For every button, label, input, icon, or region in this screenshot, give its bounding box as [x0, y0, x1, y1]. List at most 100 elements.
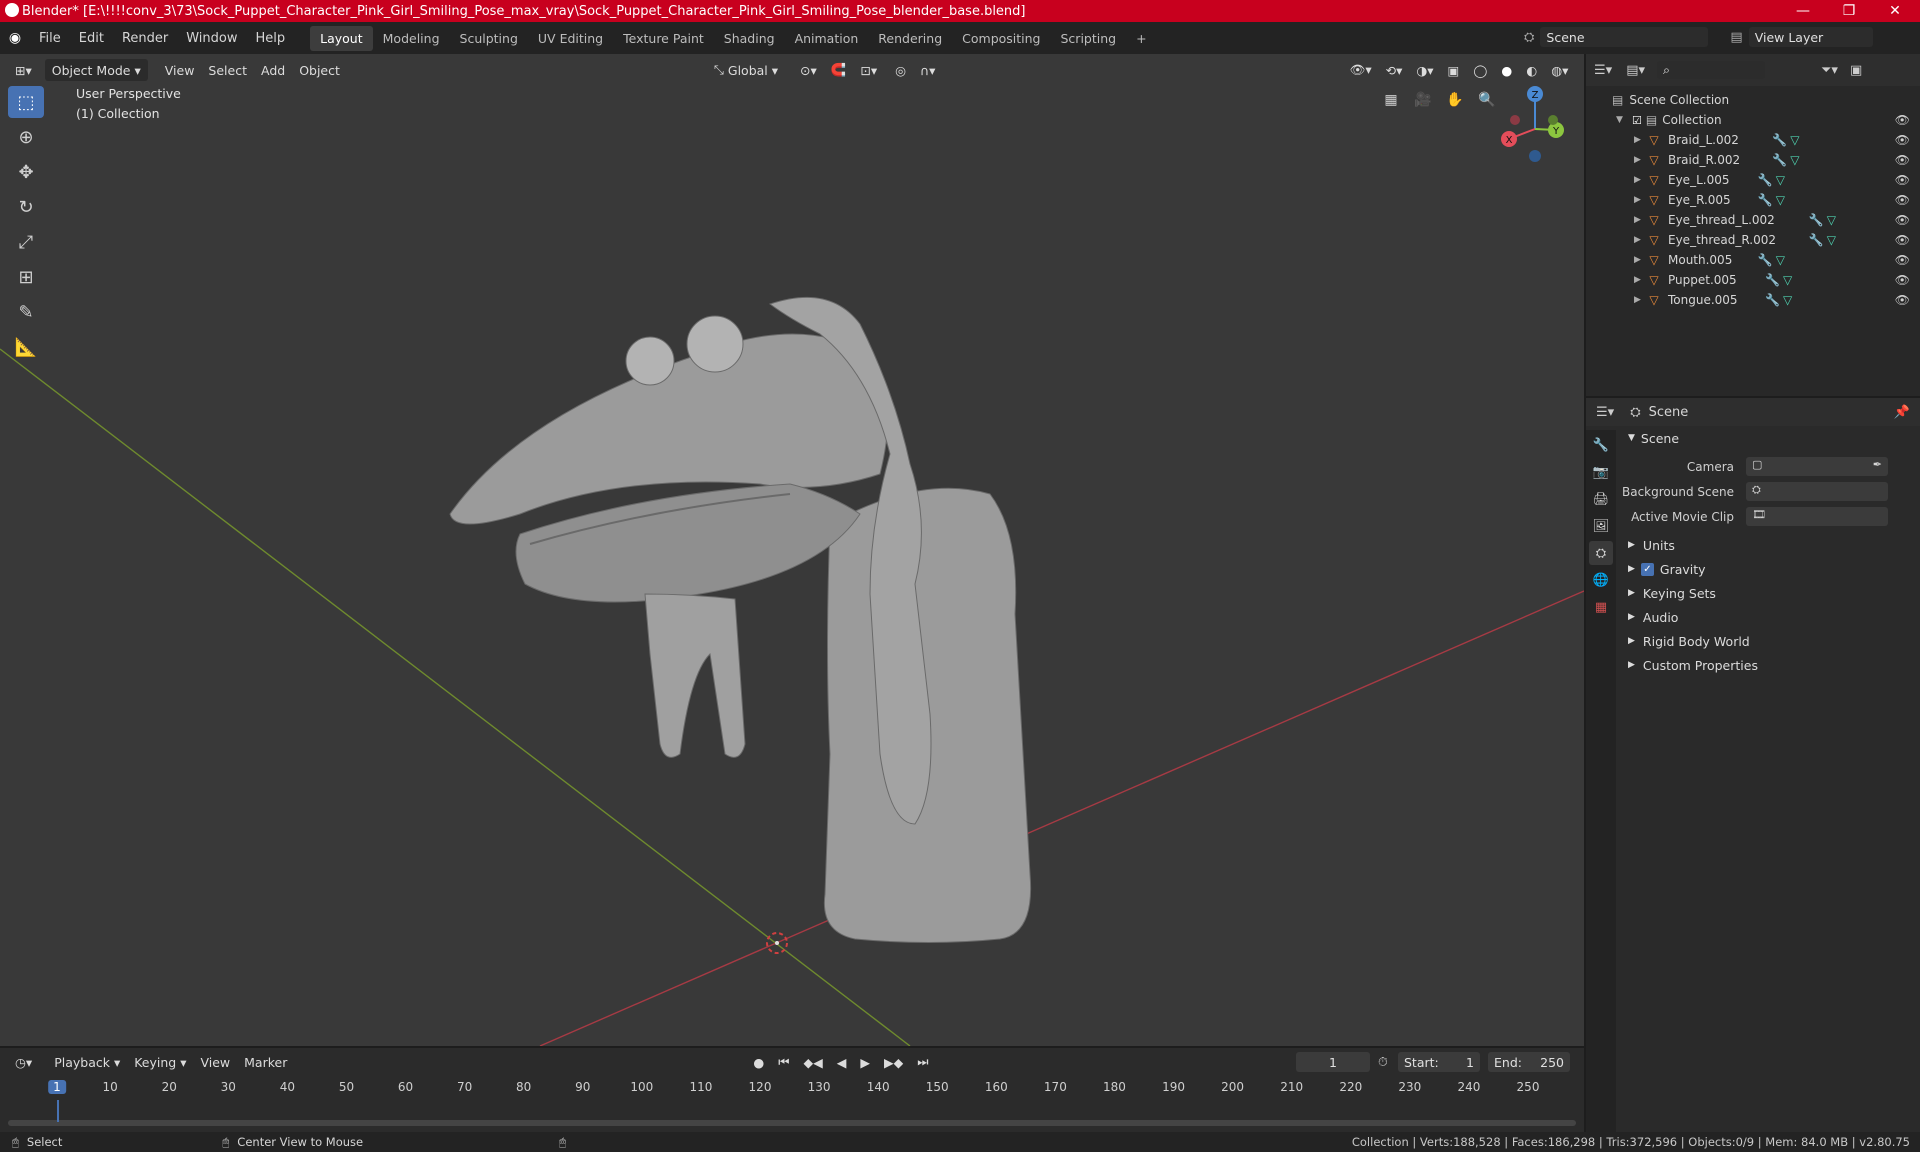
timeline-scrollbar[interactable] [8, 1120, 1576, 1126]
gizmo-neg-x-icon[interactable] [1510, 115, 1520, 125]
modifier-wrench-icon[interactable]: 🔧 [1772, 133, 1787, 147]
new-collection-icon[interactable]: ▣ [1850, 63, 1862, 78]
mesh-data-icon[interactable]: ▽ [1776, 193, 1785, 207]
select-box-tool-icon[interactable]: ⬚ [8, 86, 44, 118]
ortho-toggle-icon[interactable]: ▦ [1378, 87, 1404, 113]
outliner-object-row[interactable]: ▶ ▽ Eye_thread_L.002 🔧 ▽ 👁 [1586, 210, 1920, 230]
workspace-tab-uv-editing[interactable]: UV Editing [528, 26, 613, 51]
custom-properties-panel[interactable]: ▶ Custom Properties [1618, 653, 1920, 677]
mesh-data-icon[interactable]: ▽ [1790, 153, 1799, 167]
maximize-button[interactable]: ❐ [1826, 0, 1872, 22]
workspace-tab-scripting[interactable]: Scripting [1051, 26, 1127, 51]
menu-playback[interactable]: Playback ▾ [47, 1051, 127, 1073]
pan-hand-icon[interactable]: ✋ [1442, 87, 1468, 113]
output-tab-icon[interactable]: 🖨 [1589, 487, 1613, 511]
minimize-button[interactable]: — [1780, 0, 1826, 22]
blender-menu-icon[interactable]: ◉ [0, 30, 30, 46]
gizmo-neg-y-icon[interactable] [1548, 115, 1558, 125]
editor-type-icon[interactable]: ⊞▾ [8, 59, 39, 81]
texture-tab-icon[interactable]: ▦ [1589, 595, 1613, 619]
world-tab-icon[interactable]: 🌐 [1589, 568, 1613, 592]
frame-ruler[interactable]: 1 10 20 30 40 50 60 70 80 90 100 110 120 130 140 150 160… [0, 1076, 1584, 1098]
modifier-wrench-icon[interactable]: 🔧 [1758, 173, 1773, 187]
eye-icon[interactable]: 👁 [1895, 173, 1910, 187]
snap-target-icon[interactable]: ⊡▾ [853, 59, 884, 81]
menu-keying[interactable]: Keying ▾ [127, 1051, 193, 1073]
shading-solid-icon[interactable]: ● [1494, 59, 1519, 81]
proportional-editing-icon[interactable]: ◎ [888, 59, 913, 81]
jump-end-icon[interactable]: ⏭ [910, 1051, 935, 1073]
play-reverse-icon[interactable]: ◀ [830, 1051, 854, 1073]
eye-icon[interactable]: 👁 [1895, 273, 1910, 287]
expand-triangle-icon[interactable]: ▶ [1634, 255, 1646, 265]
overlays-icon[interactable]: ◑▾ [1409, 59, 1440, 81]
menu-add[interactable]: Add [254, 59, 292, 81]
pin-icon[interactable]: 📌 [1894, 405, 1910, 420]
workspace-tab-sculpting[interactable]: Sculpting [450, 26, 528, 51]
modifier-wrench-icon[interactable]: 🔧 [1809, 233, 1824, 247]
mesh-data-icon[interactable]: ▽ [1776, 173, 1785, 187]
eye-icon[interactable]: 👁 [1895, 233, 1910, 247]
expand-triangle-icon[interactable]: ▶ [1634, 155, 1646, 165]
sock-puppet-model[interactable] [449, 296, 1032, 943]
expand-triangle-icon[interactable]: ▶ [1634, 175, 1646, 185]
mesh-data-icon[interactable]: ▽ [1790, 133, 1799, 147]
navigation-gizmo[interactable]: Z X Y [1501, 86, 1564, 162]
audio-panel[interactable]: ▶ Audio [1618, 605, 1920, 629]
next-keyframe-icon[interactable]: ▶◆ [877, 1051, 910, 1073]
expand-triangle-icon[interactable]: ▶ [1634, 195, 1646, 205]
menu-object[interactable]: Object [292, 59, 347, 81]
workspace-tab-layout[interactable]: Layout [310, 25, 373, 51]
current-frame-field[interactable]: 1 [1296, 1052, 1370, 1072]
move-tool-icon[interactable]: ✥ [8, 156, 44, 188]
cursor-tool-icon[interactable]: ⊕ [8, 121, 44, 153]
menu-select[interactable]: Select [201, 59, 254, 81]
keying-sets-panel[interactable]: ▶ Keying Sets [1618, 581, 1920, 605]
record-icon[interactable]: ● [746, 1051, 771, 1073]
gizmo-toggle-icon[interactable]: ⟲▾ [1379, 59, 1410, 81]
add-workspace-button[interactable]: + [1126, 26, 1156, 51]
eye-icon[interactable]: 👁 [1895, 213, 1910, 227]
outliner-object-row[interactable]: ▶ ▽ Eye_L.005 🔧 ▽ 👁 [1586, 170, 1920, 190]
collection-row[interactable]: ▼ ☑ ▤ Collection 👁 [1586, 110, 1920, 130]
outliner-object-row[interactable]: ▶ ▽ Mouth.005 🔧 ▽ 👁 [1586, 250, 1920, 270]
gravity-panel[interactable]: ▶ ✓ Gravity [1618, 557, 1920, 581]
menu-help[interactable]: Help [247, 31, 295, 46]
workspace-tab-animation[interactable]: Animation [785, 26, 869, 51]
menu-file[interactable]: File [30, 31, 70, 46]
stopwatch-icon[interactable]: ⏱ [1378, 1054, 1388, 1070]
workspace-tab-rendering[interactable]: Rendering [868, 26, 952, 51]
outliner-object-row[interactable]: ▶ ▽ Braid_R.002 🔧 ▽ 👁 [1586, 150, 1920, 170]
camera-view-icon[interactable]: 🎥 [1410, 87, 1436, 113]
scene-collection-row[interactable]: ▤ Scene Collection [1586, 90, 1920, 110]
annotate-tool-icon[interactable]: ✎ [8, 296, 44, 328]
workspace-tab-compositing[interactable]: Compositing [952, 26, 1050, 51]
active-movie-clip-field[interactable]: 🎞 [1746, 507, 1888, 526]
modifier-wrench-icon[interactable]: 🔧 [1758, 253, 1773, 267]
scene-panel-header[interactable]: ▼ Scene [1618, 426, 1920, 450]
mesh-data-icon[interactable]: ▽ [1783, 273, 1792, 287]
gizmo-neg-z-icon[interactable] [1529, 150, 1541, 162]
outliner-object-row[interactable]: ▶ ▽ Eye_thread_R.002 🔧 ▽ 👁 [1586, 230, 1920, 250]
eye-icon[interactable]: 👁 [1895, 253, 1910, 267]
menu-window[interactable]: Window [177, 31, 246, 46]
background-scene-field[interactable]: ⛭ [1746, 482, 1888, 501]
rotate-tool-icon[interactable]: ↻ [8, 191, 44, 223]
camera-field[interactable]: ▢ ✒ [1746, 457, 1888, 476]
menu-view[interactable]: View [158, 59, 202, 81]
workspace-tab-texture-paint[interactable]: Texture Paint [613, 26, 714, 51]
outliner-search-input[interactable]: ⌕ [1657, 61, 1765, 79]
workspace-tab-shading[interactable]: Shading [714, 26, 785, 51]
xray-icon[interactable]: ▣ [1441, 59, 1467, 81]
playhead[interactable] [57, 1100, 59, 1122]
outliner-object-row[interactable]: ▶ ▽ Braid_L.002 🔧 ▽ 👁 [1586, 130, 1920, 150]
collection-checkbox[interactable]: ☑ [1632, 114, 1642, 127]
shading-wireframe-icon[interactable]: ◯ [1466, 59, 1494, 81]
3d-viewport[interactable]: Z X Y ⊞▾ Object Mode ▾ View Select Add O… [0, 54, 1584, 1046]
outliner-object-row[interactable]: ▶ ▽ Eye_R.005 🔧 ▽ 👁 [1586, 190, 1920, 210]
collapse-triangle-icon[interactable]: ▼ [1616, 115, 1628, 125]
mesh-data-icon[interactable]: ▽ [1783, 293, 1792, 307]
filter-icon[interactable]: ⏷▾ [1821, 63, 1838, 78]
visibility-icon[interactable]: 👁▾ [1342, 59, 1378, 81]
jump-start-icon[interactable]: ⏮ [771, 1051, 796, 1073]
